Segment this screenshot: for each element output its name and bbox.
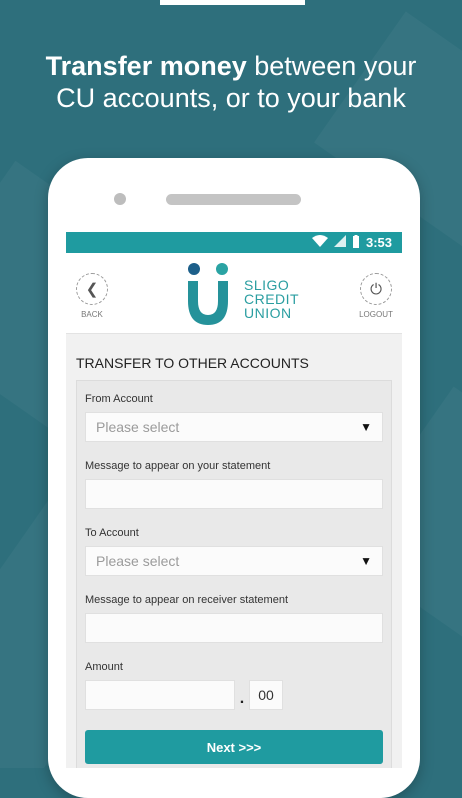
to-account-label: To Account bbox=[85, 527, 139, 539]
back-button[interactable]: ❮ bbox=[76, 273, 108, 305]
top-tab-indicator bbox=[160, 0, 305, 5]
app-header: ❮ BACK SLIGO CREDIT UNION ⏻ LOGOUT bbox=[66, 253, 402, 334]
back-label: BACK bbox=[81, 310, 103, 319]
logout-label: LOGOUT bbox=[359, 310, 393, 319]
decimal-point: . bbox=[239, 690, 245, 707]
from-account-select[interactable]: Please select ▼ bbox=[85, 412, 383, 442]
logout-button[interactable]: ⏻ bbox=[360, 273, 392, 305]
headline-line2: CU accounts, or to your bank bbox=[56, 83, 406, 113]
from-account-label: From Account bbox=[85, 393, 153, 405]
from-account-value: Please select bbox=[96, 419, 180, 435]
logo-wordmark: SLIGO CREDIT UNION bbox=[244, 278, 299, 320]
amount-cents-input[interactable]: 00 bbox=[249, 680, 283, 710]
headline-line1: between your bbox=[246, 51, 417, 81]
status-time: 3:53 bbox=[365, 235, 392, 250]
logo-line: SLIGO bbox=[244, 277, 290, 293]
receiver-message-input[interactable] bbox=[85, 613, 383, 643]
amount-label: Amount bbox=[85, 661, 123, 673]
to-account-select[interactable]: Please select ▼ bbox=[85, 546, 383, 576]
to-account-value: Please select bbox=[96, 553, 180, 569]
amount-euros-input[interactable] bbox=[85, 680, 235, 710]
chevron-down-icon: ▼ bbox=[360, 420, 372, 434]
signal-icon bbox=[333, 235, 346, 250]
statement-message-input[interactable] bbox=[85, 479, 383, 509]
battery-icon bbox=[352, 234, 360, 251]
phone-speaker bbox=[166, 194, 301, 205]
chevron-down-icon: ▼ bbox=[360, 554, 372, 568]
wifi-icon bbox=[311, 235, 328, 250]
chevron-left-icon: ❮ bbox=[85, 281, 99, 298]
phone-screen: 3:53 ❮ BACK SLIGO CREDIT UNION ⏻ LOGOUT … bbox=[66, 232, 402, 768]
logo-line: CREDIT bbox=[244, 291, 300, 307]
statement-message-label: Message to appear on your statement bbox=[85, 460, 271, 472]
promo-headline: Transfer money between your CU accounts,… bbox=[0, 50, 462, 114]
page-title: TRANSFER TO OTHER ACCOUNTS bbox=[76, 355, 309, 371]
power-icon: ⏻ bbox=[370, 280, 382, 298]
phone-camera bbox=[114, 193, 126, 205]
status-bar: 3:53 bbox=[66, 232, 402, 253]
transfer-form-area: TRANSFER TO OTHER ACCOUNTS From Account … bbox=[66, 355, 402, 768]
amount-row: . 00 bbox=[85, 680, 383, 710]
headline-bold: Transfer money bbox=[45, 51, 247, 81]
receiver-message-label: Message to appear on receiver statement bbox=[85, 594, 289, 606]
next-button[interactable]: Next >>> bbox=[85, 730, 383, 764]
logo-line: UNION bbox=[244, 305, 292, 321]
transfer-form-card: From Account Please select ▼ Message to … bbox=[76, 380, 392, 768]
